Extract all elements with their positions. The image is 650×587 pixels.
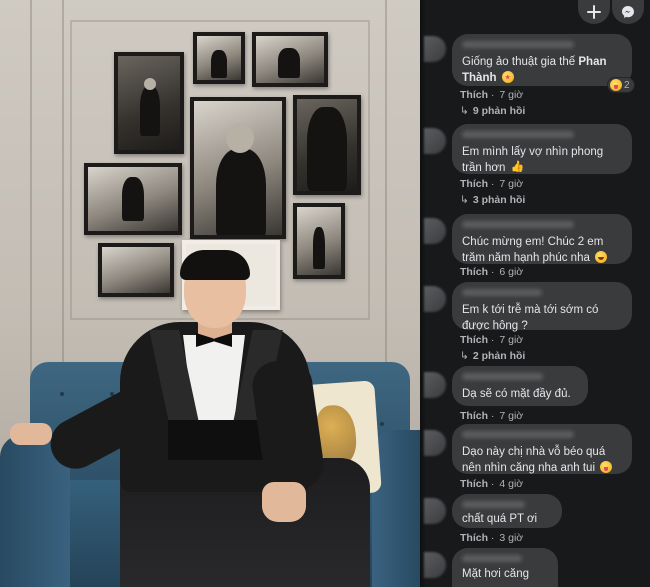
comment-bubble[interactable]: chất quá PT ơi <box>452 494 562 528</box>
person-hand <box>10 423 52 445</box>
comment-bubble[interactable]: Mặt hơi căng <box>452 548 558 587</box>
commenter-name-blurred <box>462 221 574 228</box>
comment-meta: Thích · 7 giờ <box>460 89 524 101</box>
comment-bubble[interactable]: Em mình lấy vợ nhìn phong trần hơn <box>452 124 632 176</box>
comment-meta: Thích · 3 giờ <box>460 532 524 544</box>
commenter-name-blurred <box>462 431 574 438</box>
comment-text: Dạo này chị nhà vỗ béo quá nên nhìn căng… <box>462 444 622 476</box>
comment-time[interactable]: 4 giờ <box>499 478 523 490</box>
comment-time[interactable]: 7 giờ <box>499 410 523 422</box>
messenger-icon <box>622 6 634 18</box>
reply-arrow-icon: ↳ <box>460 350 469 362</box>
comment-bubble[interactable]: Dạo này chị nhà vỗ béo quá nên nhìn căng… <box>452 424 632 474</box>
comment-time[interactable]: 7 giờ <box>499 178 523 190</box>
wall-photo-frame <box>114 52 184 154</box>
like-button[interactable]: Thích <box>460 334 488 346</box>
wall-photo-frame <box>252 32 328 87</box>
comment-text: Dạ sẽ có mặt đầy đủ. <box>462 388 571 400</box>
comment-text: Chúc mừng em! Chúc 2 em trăm năm hạnh ph… <box>462 234 622 266</box>
reply-arrow-icon: ↳ <box>460 194 469 206</box>
comment-meta: Thích · 4 giờ <box>460 478 524 490</box>
comment-meta: Thích · 7 giờ <box>460 334 524 346</box>
commenter-name-blurred <box>462 501 525 508</box>
person-hand <box>262 482 306 522</box>
comment-meta: Thích · 6 giờ <box>460 266 524 278</box>
reply-arrow-icon: ↳ <box>460 105 469 117</box>
person-cummerbund <box>168 420 264 460</box>
post-photo[interactable] <box>0 0 420 587</box>
like-button[interactable]: Thích <box>460 266 488 278</box>
reaction-count: 2 <box>624 79 630 91</box>
sofa-arm <box>372 430 420 587</box>
comment-bubble[interactable]: Em k tới trễ mà tới sớm có được hông ? <box>452 282 632 332</box>
plus-icon <box>587 5 601 19</box>
comment-meta: Thích · 7 giờ <box>460 410 524 422</box>
wall-photo-frame <box>293 95 361 195</box>
like-button[interactable]: Thích <box>460 478 488 490</box>
wall-photo-frame <box>190 97 286 239</box>
commenter-name-blurred <box>462 131 574 138</box>
comment-meta: Thích · 7 giờ <box>460 178 524 190</box>
comment-time[interactable]: 6 giờ <box>499 266 523 278</box>
person-hair <box>180 250 250 280</box>
comment-bubble[interactable]: Chúc mừng em! Chúc 2 em trăm năm hạnh ph… <box>452 214 632 264</box>
comment-time[interactable]: 3 giờ <box>499 532 523 544</box>
view-replies-link[interactable]: ↳ 2 phản hồi <box>460 350 525 362</box>
commenter-name-blurred <box>462 289 542 296</box>
laugh-reaction-icon <box>610 79 622 91</box>
reaction-badge[interactable]: 2 <box>607 77 635 93</box>
star-eyes-emoji-icon <box>501 71 514 83</box>
wall-photo-frame <box>193 32 245 84</box>
comment-time[interactable]: 7 giờ <box>499 89 523 101</box>
comment-text: Mặt hơi căng <box>462 568 529 580</box>
like-button[interactable]: Thích <box>460 178 488 190</box>
comment-bubble[interactable]: Giống ảo thuật gia thế Phan Thành <box>452 34 632 86</box>
commenter-name-blurred <box>462 373 544 380</box>
wall-photo-frame <box>293 203 345 279</box>
thumbs-up-emoji-icon <box>511 159 525 175</box>
comment-text: chất quá PT ơi <box>462 513 538 525</box>
like-button[interactable]: Thích <box>460 410 488 422</box>
comment-text: Em k tới trễ mà tới sớm có được hông ? <box>462 304 599 332</box>
like-button[interactable]: Thích <box>460 532 488 544</box>
comment-time[interactable]: 7 giờ <box>499 334 523 346</box>
view-replies-link[interactable]: ↳ 3 phản hồi <box>460 194 525 206</box>
smile-emoji-icon <box>595 251 608 263</box>
like-button[interactable]: Thích <box>460 89 488 101</box>
wall-photo-frame <box>98 243 174 297</box>
comment-text: Giống ảo thuật gia thế Phan Thành <box>462 56 607 84</box>
wall-photo-frame <box>84 163 182 235</box>
commenter-name-blurred <box>462 41 574 48</box>
comment-text: Em mình lấy vợ nhìn phong trần hơn <box>462 144 622 176</box>
view-replies-link[interactable]: ↳ 9 phản hồi <box>460 105 525 117</box>
comment-bubble[interactable]: Dạ sẽ có mặt đầy đủ. <box>452 366 588 406</box>
tongue-emoji-icon <box>600 461 613 473</box>
commenter-name-blurred <box>462 555 523 562</box>
